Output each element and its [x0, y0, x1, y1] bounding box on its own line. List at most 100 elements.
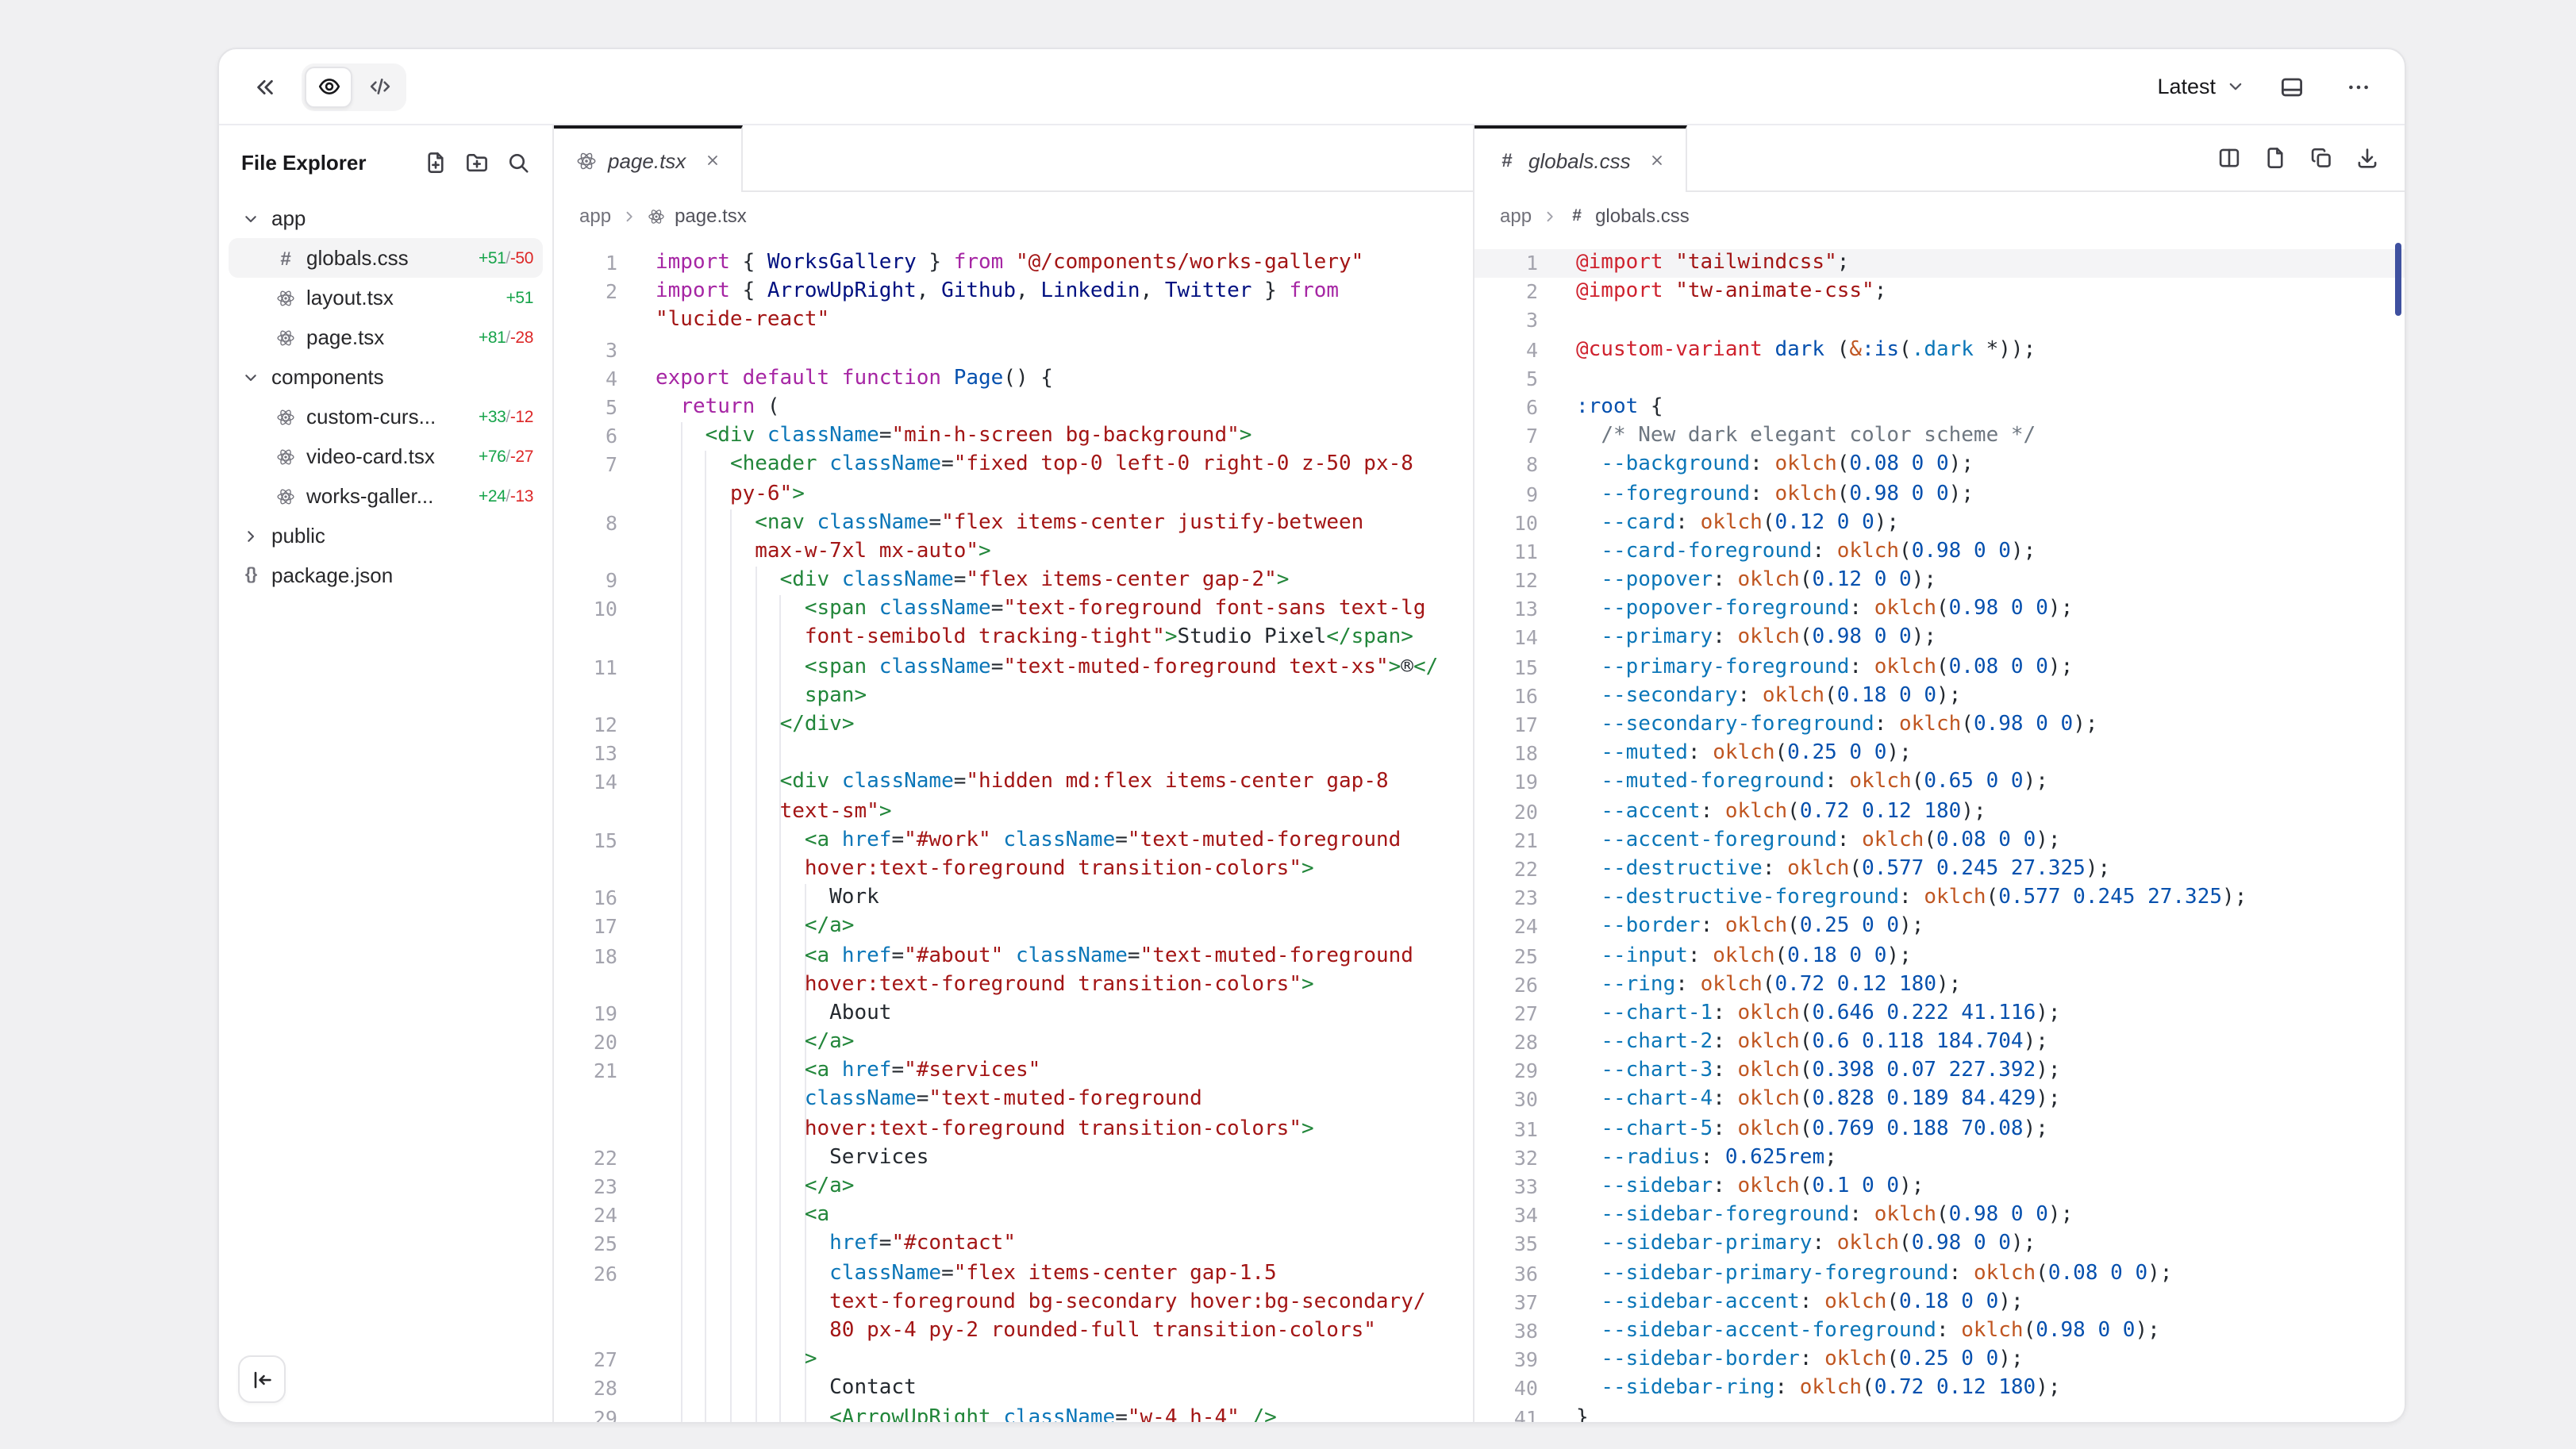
code-line: 27 >: [554, 1346, 1473, 1374]
line-number: 14: [1474, 625, 1538, 653]
code-line: 24 --border: oklch(0.25 0 0);: [1474, 913, 2405, 942]
code-line: 19 --muted-foreground: oklch(0.65 0 0);: [1474, 769, 2405, 798]
code-line: 31 --chart-5: oklch(0.769 0.188 70.08);: [1474, 1115, 2405, 1143]
code-lines: 1@import "tailwindcss";2@import "tw-anim…: [1474, 240, 2405, 1422]
code-line: 9 --foreground: oklch(0.98 0 0);: [1474, 480, 2405, 509]
file-item-video-card-tsx[interactable]: video-card.tsx+76/-27: [229, 436, 543, 476]
code-line: 8 <nav className="flex items-center just…: [554, 509, 1473, 537]
search-files-button[interactable]: [506, 150, 530, 174]
preview-mode-button[interactable]: [305, 66, 352, 107]
file-label: public: [271, 524, 533, 548]
code-line: 25 --input: oklch(0.18 0 0);: [1474, 942, 2405, 970]
line-number: 1: [554, 249, 617, 278]
code-line: 3: [554, 336, 1473, 364]
code-text: import { WorksGallery } from "@/componen…: [617, 249, 1363, 278]
code-line: 15 <a href="#work" className="text-muted…: [554, 827, 1473, 855]
breadcrumb-app[interactable]: app: [579, 205, 611, 227]
toolbar-right: Latest: [2154, 63, 2382, 110]
code-lines: 1import { WorksGallery } from "@/compone…: [554, 240, 1473, 1422]
line-number: 26: [1474, 970, 1538, 999]
file-item-layout-tsx[interactable]: layout.tsx+51: [229, 278, 543, 317]
line-number: 4: [1474, 336, 1538, 364]
file-label: works-galler...: [306, 484, 469, 508]
layout-panel-button[interactable]: [2268, 63, 2316, 110]
version-selector[interactable]: Latest: [2154, 68, 2249, 105]
code-text: --border: oklch(0.25 0 0);: [1538, 913, 1924, 942]
line-number: 11: [554, 653, 617, 682]
line-number: 23: [1474, 884, 1538, 913]
file-item-package-json[interactable]: {}package.json: [229, 555, 543, 595]
line-number: 9: [554, 567, 617, 595]
breadcrumb-app[interactable]: app: [1500, 205, 1532, 227]
scrollbar-thumb[interactable]: [2395, 243, 2401, 316]
split-editor-button[interactable]: [2217, 146, 2241, 170]
breadcrumb-file[interactable]: page.tsx: [675, 205, 747, 227]
line-number: [554, 1317, 617, 1346]
line-number: 30: [1474, 1086, 1538, 1115]
react-icon: [276, 447, 295, 466]
hash-icon: #: [1497, 150, 1517, 171]
new-folder-button[interactable]: [465, 150, 489, 174]
code-text: --chart-2: oklch(0.6 0.118 184.704);: [1538, 1028, 2048, 1057]
file-action-button[interactable]: [2263, 146, 2287, 170]
file-item-globals-css[interactable]: #globals.css+51/-50: [229, 238, 543, 278]
code-text: --sidebar: oklch(0.1 0 0);: [1538, 1173, 1924, 1201]
file-item-custom-curs[interactable]: custom-curs...+33/-12: [229, 397, 543, 436]
code-line: 80 px-4 py-2 rounded-full transition-col…: [554, 1317, 1473, 1346]
code-line: 21 <a href="#services": [554, 1058, 1473, 1086]
code-text: <a href="#services": [617, 1058, 1040, 1086]
tab-page-tsx[interactable]: page.tsx: [554, 125, 743, 192]
line-number: 22: [554, 1144, 617, 1173]
tab-globals-css[interactable]: # globals.css: [1474, 125, 1688, 192]
line-number: [554, 682, 617, 711]
collapse-explorer-button[interactable]: [238, 1355, 286, 1403]
file-item-works-galler[interactable]: works-galler...+24/-13: [229, 476, 543, 516]
copy-code-button[interactable]: [2309, 146, 2333, 170]
download-file-button[interactable]: [2355, 146, 2379, 170]
code-line: 5 return (: [554, 394, 1473, 422]
folder-item-app[interactable]: app: [229, 198, 543, 238]
code-text: span>: [617, 682, 867, 711]
code-editor-page-tsx[interactable]: 1import { WorksGallery } from "@/compone…: [554, 240, 1473, 1422]
hash-icon: #: [1568, 207, 1586, 225]
code-text: import { ArrowUpRight, Github, Linkedin,…: [617, 278, 1339, 306]
line-number: [554, 307, 617, 336]
new-file-button[interactable]: [424, 150, 448, 174]
code-line: 1import { WorksGallery } from "@/compone…: [554, 249, 1473, 278]
line-number: 13: [1474, 596, 1538, 625]
close-tab-button[interactable]: [700, 148, 725, 173]
react-icon: [276, 328, 295, 347]
code-text: --muted: oklch(0.25 0 0);: [1538, 740, 1912, 768]
ellipsis-icon: [2346, 74, 2371, 99]
line-number: 19: [554, 1000, 617, 1028]
diff-badge: +33/-12: [469, 407, 533, 426]
file-item-page-tsx[interactable]: page.tsx+81/-28: [229, 317, 543, 357]
copy-icon: [2309, 146, 2333, 170]
code-line: 1@import "tailwindcss";: [1474, 249, 2405, 278]
more-options-button[interactable]: [2335, 63, 2382, 110]
line-number: 10: [554, 596, 617, 625]
arrow-left-to-line-icon: [250, 1367, 274, 1391]
folder-item-components[interactable]: components: [229, 357, 543, 397]
collapse-sidebar-button[interactable]: [241, 63, 289, 110]
file-label: page.tsx: [306, 325, 469, 349]
chevrons-left-icon: [252, 74, 278, 99]
line-number: 40: [1474, 1375, 1538, 1404]
diff-badge: +51/-50: [469, 248, 533, 267]
code-line: 6 <div className="min-h-screen bg-backgr…: [554, 422, 1473, 451]
eye-icon: [317, 75, 340, 98]
folder-item-public[interactable]: public: [229, 516, 543, 555]
new-folder-icon: [465, 150, 489, 174]
breadcrumb-file[interactable]: globals.css: [1595, 205, 1690, 227]
close-tab-button[interactable]: [1645, 148, 1671, 173]
file-explorer-actions: [424, 150, 530, 174]
code-line: 24 <a: [554, 1201, 1473, 1230]
editor-pane-globals-css: # globals.css: [1473, 125, 2405, 1422]
code-line: 14 --primary: oklch(0.98 0 0);: [1474, 625, 2405, 653]
line-number: 15: [1474, 653, 1538, 682]
folder-open-icon: [241, 209, 260, 228]
code-line: 11 --card-foreground: oklch(0.98 0 0);: [1474, 538, 2405, 567]
code-mode-button[interactable]: [356, 66, 403, 107]
code-editor-globals-css[interactable]: 1@import "tailwindcss";2@import "tw-anim…: [1474, 240, 2405, 1422]
code-line: 32 --radius: 0.625rem;: [1474, 1144, 2405, 1173]
